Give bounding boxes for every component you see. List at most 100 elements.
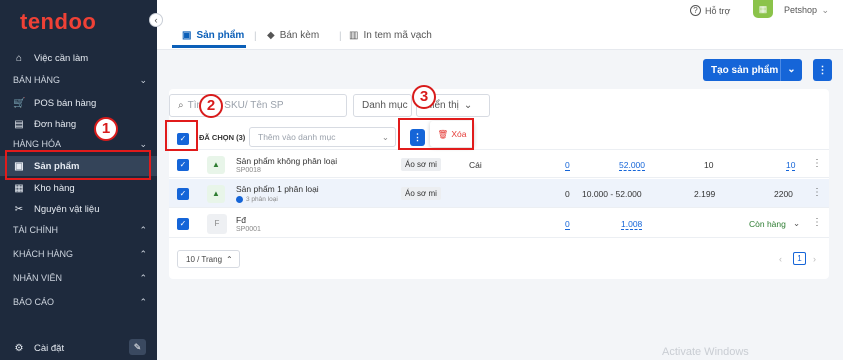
stock-status[interactable]: Còn hàng	[749, 219, 786, 229]
watermark-text: Activate Windows	[662, 346, 749, 358]
product-sku: SP0001	[236, 226, 261, 233]
tools-icon: ✂	[14, 203, 24, 215]
unit: Cái	[469, 160, 482, 170]
variant-count: 3 phân loại	[236, 196, 278, 203]
stock: 2.199	[694, 189, 716, 199]
chevron-down-icon: ⌄	[821, 5, 830, 15]
more-vertical-icon[interactable]: ⋮	[812, 187, 822, 198]
chevron-up-icon: ⌃	[139, 249, 147, 259]
sidebar-item-materials[interactable]: ✂ Nguyên vật liệu	[0, 201, 157, 217]
shop-avatar[interactable]: ▦	[753, 0, 773, 18]
tag-icon: ◆	[267, 30, 275, 41]
total[interactable]: 10	[786, 160, 796, 171]
more-options-button[interactable]: ⋮	[813, 59, 832, 81]
sidebar-group-finance[interactable]: TÀI CHÍNH ⌃	[0, 225, 157, 236]
annotation-box-products	[5, 150, 151, 180]
image-placeholder-icon: ▲	[207, 185, 225, 203]
search-input[interactable]: ⌕ Tìm mã SKU/ Tên SP	[169, 94, 347, 117]
more-vertical-icon[interactable]: ⋮	[812, 158, 822, 169]
price[interactable]: 52.000	[619, 160, 645, 171]
question-icon: ?	[690, 5, 701, 16]
product-sku: SP0018	[236, 167, 261, 174]
category-filter[interactable]: Danh mục	[353, 94, 412, 117]
sidebar: tendoo ⌂ Việc cần làm BÁN HÀNG ⌄ 🛒 POS b…	[0, 0, 157, 360]
shop-menu[interactable]: Petshop ⌄	[784, 5, 829, 16]
more-vertical-icon[interactable]: ⋮	[812, 217, 822, 228]
product-table-card: ⌕ Tìm mã SKU/ Tên SP Danh mục Hiển thị ⌄…	[169, 89, 829, 279]
barcode-icon: ▥	[349, 30, 359, 41]
add-to-category-select[interactable]: Thêm vào danh mục ⌄	[249, 127, 396, 147]
main-area: ? Hỗ trợ ▦ Petshop ⌄ ▣ Sản phẩm | ◆ Bán …	[157, 0, 843, 360]
tab-products[interactable]: ▣ Sản phẩm	[182, 30, 244, 41]
product-name[interactable]: Fđ	[236, 215, 246, 225]
search-icon: ⌕	[178, 100, 184, 111]
active-tab-indicator	[172, 45, 246, 48]
app: tendoo ⌂ Việc cần làm BÁN HÀNG ⌄ 🛒 POS b…	[0, 0, 843, 360]
product-name[interactable]: Sản phẩm 1 phân loại	[236, 184, 319, 194]
category-tag: Áo sơ mi	[401, 158, 441, 171]
sidebar-item-orders[interactable]: ▤ Đơn hàng	[0, 116, 157, 132]
annotation-box-select-all	[165, 120, 198, 151]
tab-separator: |	[254, 31, 257, 42]
create-product-button[interactable]: Tạo sản phẩm ⌄	[703, 59, 802, 81]
page-number[interactable]: 1	[793, 252, 806, 265]
logo: tendoo	[20, 9, 97, 34]
quantity: 0	[565, 189, 570, 199]
table-row[interactable]: ✓ ▲ Sản phẩm 1 phân loại 3 phân loại Áo …	[169, 179, 829, 208]
chevron-down-icon: ⌄	[381, 131, 389, 142]
store-icon: ▦	[758, 4, 768, 14]
tab-barcode[interactable]: ▥ In tem mã vạch	[349, 30, 432, 41]
sidebar-group-customers[interactable]: KHÁCH HÀNG ⌃	[0, 249, 157, 260]
table-row[interactable]: ✓ F Fđ SP0001 0 1.008 Còn hàng ⌄ ⋮	[169, 209, 829, 238]
gear-icon: ⚙	[14, 342, 24, 354]
row-checkbox[interactable]: ✓	[177, 218, 189, 230]
table-row[interactable]: ✓ ▲ Sản phẩm không phân loại SP0018 Áo s…	[169, 149, 829, 178]
price[interactable]: 1.008	[621, 219, 643, 230]
home-icon: ⌂	[15, 52, 23, 64]
chevron-down-icon[interactable]: ⌄	[780, 59, 802, 81]
chevron-down-icon: ⌄	[139, 139, 147, 149]
product-name[interactable]: Sản phẩm không phân loại	[236, 156, 337, 166]
annotation-badge-2: 2	[199, 94, 223, 118]
chevron-up-icon: ⌃	[139, 273, 147, 283]
sidebar-group-reports[interactable]: BÁO CÁO ⌃	[0, 297, 157, 308]
info-icon	[236, 196, 243, 203]
next-page-icon[interactable]: ›	[813, 254, 816, 264]
annotation-badge-3: 3	[412, 85, 436, 109]
total: 2200	[774, 189, 793, 199]
sidebar-group-goods[interactable]: HÀNG HÓA ⌄	[0, 139, 157, 150]
stock: 10	[704, 160, 714, 170]
chevron-down-icon: ⌄	[139, 75, 147, 85]
prev-page-icon[interactable]: ‹	[779, 254, 782, 264]
sidebar-item-pos[interactable]: 🛒 POS bán hàng	[0, 95, 157, 111]
category-tag: Áo sơ mi	[401, 187, 441, 200]
tab-bundles[interactable]: ◆ Bán kèm	[267, 30, 319, 41]
sidebar-group-sales[interactable]: BÁN HÀNG ⌄	[0, 75, 157, 86]
annotation-box-delete	[398, 118, 474, 150]
sidebar-item-warehouse[interactable]: ▦ Kho hàng	[0, 180, 157, 196]
chevron-down-icon[interactable]: ⌄	[793, 218, 800, 229]
row-checkbox[interactable]: ✓	[177, 159, 189, 171]
sidebar-group-staff[interactable]: NHÂN VIÊN ⌃	[0, 273, 157, 284]
warehouse-icon: ▦	[14, 182, 24, 194]
collapse-sidebar-button[interactable]: ‹	[149, 13, 163, 27]
quantity[interactable]: 0	[565, 160, 570, 171]
edit-icon[interactable]: ✎	[129, 339, 146, 355]
chevron-down-icon: ⌄	[463, 100, 473, 111]
row-checkbox[interactable]: ✓	[177, 188, 189, 200]
page-size-select[interactable]: 10 / Trang ⌃	[177, 250, 240, 268]
chevron-up-icon: ⌃	[139, 297, 147, 307]
more-vertical-icon: ⋮	[817, 64, 828, 76]
top-bar: ? Hỗ trợ ▦ Petshop ⌄ ▣ Sản phẩm | ◆ Bán …	[157, 0, 843, 50]
box-icon: ▣	[182, 30, 192, 41]
product-thumbnail: F	[207, 214, 227, 234]
chevron-up-icon: ⌃	[139, 225, 147, 235]
help-link[interactable]: ? Hỗ trợ	[690, 5, 730, 16]
chevron-up-icon: ⌃	[226, 254, 233, 264]
price: 10.000 - 52.000	[582, 189, 642, 199]
document-icon: ▤	[14, 118, 24, 130]
annotation-badge-1: 1	[94, 117, 118, 141]
tab-separator: |	[339, 31, 342, 42]
sidebar-item-tasks[interactable]: ⌂ Việc cần làm	[0, 50, 157, 66]
quantity[interactable]: 0	[565, 219, 570, 230]
